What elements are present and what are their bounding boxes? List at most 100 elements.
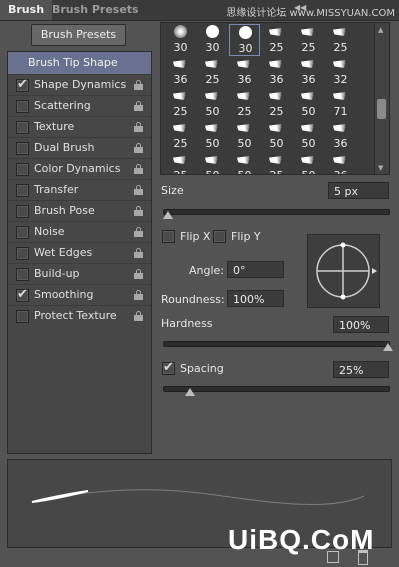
option-row[interactable]: Transfer bbox=[8, 179, 151, 201]
scroll-thumb[interactable] bbox=[377, 99, 386, 119]
lock-icon[interactable] bbox=[134, 143, 143, 153]
option-row[interactable]: Protect Texture bbox=[8, 305, 151, 327]
hardness-field[interactable]: 100% bbox=[333, 316, 389, 333]
brush-tip-icon bbox=[173, 92, 186, 100]
brush-tip-cell[interactable]: 25 bbox=[165, 152, 196, 174]
flip-x-checkbox[interactable] bbox=[162, 230, 175, 243]
option-checkbox[interactable] bbox=[16, 163, 29, 176]
brush-size-label: 25 bbox=[269, 41, 284, 54]
brush-presets-button[interactable]: Brush Presets bbox=[31, 24, 126, 46]
lock-icon[interactable] bbox=[134, 248, 143, 258]
brush-size-label: 30 bbox=[173, 41, 188, 54]
brush-tip-cell[interactable]: 25 bbox=[261, 24, 292, 56]
brush-tip-cell[interactable]: 50 bbox=[229, 120, 260, 152]
brush-tip-cell[interactable]: 32 bbox=[325, 56, 356, 88]
brush-tip-cell[interactable]: 25 bbox=[261, 88, 292, 120]
size-slider-thumb[interactable] bbox=[162, 211, 173, 219]
angle-label: Angle: bbox=[189, 264, 225, 277]
spacing-field[interactable]: 25% bbox=[333, 361, 389, 378]
lock-icon[interactable] bbox=[134, 290, 143, 300]
option-checkbox[interactable]: ✔ bbox=[16, 287, 29, 302]
option-row[interactable]: Color Dynamics bbox=[8, 158, 151, 180]
angle-field[interactable]: 0° bbox=[227, 261, 284, 278]
brush-tip-icon bbox=[333, 156, 346, 164]
brush-size-label: 32 bbox=[333, 73, 348, 86]
option-checkbox[interactable] bbox=[16, 310, 29, 323]
brush-size-label: 50 bbox=[269, 137, 284, 150]
brush-tip-cell[interactable]: 25 bbox=[325, 24, 356, 56]
option-row[interactable]: Brush Pose bbox=[8, 200, 151, 222]
brush-tip-grid: 30 30 30 25 25 25 36 25 36 36 36 32 25 50 25 25 50 71 25 50… bbox=[160, 22, 377, 175]
lock-icon[interactable] bbox=[134, 269, 143, 279]
lock-icon[interactable] bbox=[134, 185, 143, 195]
option-checkbox[interactable] bbox=[16, 226, 29, 239]
roundness-field[interactable]: 100% bbox=[227, 290, 284, 307]
brush-tip-cell[interactable]: 25 bbox=[165, 88, 196, 120]
brush-tip-cell[interactable]: 50 bbox=[293, 120, 324, 152]
brush-tip-cell[interactable]: 30 bbox=[229, 24, 260, 56]
brush-tip-cell[interactable]: 50 bbox=[293, 152, 324, 174]
spacing-slider[interactable] bbox=[163, 386, 390, 392]
brush-tip-cell[interactable]: 25 bbox=[197, 56, 228, 88]
option-row[interactable]: ✔ Shape Dynamics bbox=[8, 74, 151, 96]
option-row[interactable]: Dual Brush bbox=[8, 137, 151, 159]
lock-icon[interactable] bbox=[134, 311, 143, 321]
scroll-down-icon[interactable]: ▼ bbox=[378, 164, 383, 172]
brush-tip-cell[interactable]: 36 bbox=[325, 120, 356, 152]
brush-tip-icon bbox=[269, 60, 282, 68]
option-row[interactable]: Noise bbox=[8, 221, 151, 243]
lock-icon[interactable] bbox=[134, 227, 143, 237]
option-row[interactable]: ✔ Smoothing bbox=[8, 284, 151, 306]
flip-y-checkbox[interactable] bbox=[213, 230, 226, 243]
brush-tip-shape-item[interactable]: Brush Tip Shape bbox=[8, 52, 151, 74]
option-checkbox[interactable] bbox=[16, 184, 29, 197]
option-row[interactable]: Texture bbox=[8, 116, 151, 138]
brush-tip-cell[interactable]: 50 bbox=[197, 152, 228, 174]
brush-tip-icon bbox=[269, 92, 282, 100]
brush-tip-cell[interactable]: 50 bbox=[261, 120, 292, 152]
brush-tip-cell[interactable]: 36 bbox=[261, 56, 292, 88]
angle-roundness-widget[interactable] bbox=[307, 234, 380, 308]
lock-icon[interactable] bbox=[134, 101, 143, 111]
brush-tip-cell[interactable]: 36 bbox=[325, 152, 356, 174]
lock-icon[interactable] bbox=[134, 122, 143, 132]
option-row[interactable]: Build-up bbox=[8, 263, 151, 285]
brush-tip-cell[interactable]: 50 bbox=[197, 88, 228, 120]
option-label: Noise bbox=[34, 225, 65, 238]
brush-tip-cell[interactable]: 71 bbox=[325, 88, 356, 120]
option-checkbox[interactable] bbox=[16, 247, 29, 260]
brush-tip-cell[interactable]: 36 bbox=[165, 56, 196, 88]
option-checkbox[interactable] bbox=[16, 121, 29, 134]
brush-tip-cell[interactable]: 50 bbox=[197, 120, 228, 152]
brush-tip-cell[interactable]: 30 bbox=[165, 24, 196, 56]
brush-tip-cell[interactable]: 36 bbox=[293, 56, 324, 88]
size-slider[interactable] bbox=[163, 209, 390, 215]
brush-tip-cell[interactable]: 25 bbox=[229, 88, 260, 120]
option-row[interactable]: Wet Edges bbox=[8, 242, 151, 264]
brush-tip-cell[interactable]: 25 bbox=[261, 152, 292, 174]
brush-tip-cell[interactable]: 36 bbox=[229, 56, 260, 88]
spacing-checkbox[interactable]: ✔ bbox=[162, 360, 175, 375]
spacing-slider-thumb[interactable] bbox=[185, 388, 195, 396]
option-checkbox[interactable] bbox=[16, 100, 29, 113]
tab-brush-presets[interactable]: Brush Presets bbox=[44, 0, 147, 20]
size-field[interactable]: 5 px bbox=[328, 182, 389, 199]
brush-tip-cell[interactable]: 25 bbox=[293, 24, 324, 56]
brush-tip-cell[interactable]: 50 bbox=[293, 88, 324, 120]
option-checkbox[interactable]: ✔ bbox=[16, 77, 29, 92]
brush-tip-cell[interactable]: 25 bbox=[165, 120, 196, 152]
option-checkbox[interactable] bbox=[16, 268, 29, 281]
hardness-slider-thumb[interactable] bbox=[383, 343, 393, 351]
brush-tip-cell[interactable]: 50 bbox=[229, 152, 260, 174]
hardness-slider[interactable] bbox=[163, 341, 390, 347]
option-checkbox[interactable] bbox=[16, 205, 29, 218]
grid-scrollbar[interactable]: ▲ ▼ bbox=[374, 22, 390, 175]
scroll-up-icon[interactable]: ▲ bbox=[378, 26, 383, 34]
option-row[interactable]: Scattering bbox=[8, 95, 151, 117]
lock-icon[interactable] bbox=[134, 206, 143, 216]
option-checkbox[interactable] bbox=[16, 142, 29, 155]
lock-icon[interactable] bbox=[134, 80, 143, 90]
lock-icon[interactable] bbox=[134, 164, 143, 174]
checkmark-icon: ✔ bbox=[17, 287, 28, 302]
brush-tip-cell[interactable]: 30 bbox=[197, 24, 228, 56]
